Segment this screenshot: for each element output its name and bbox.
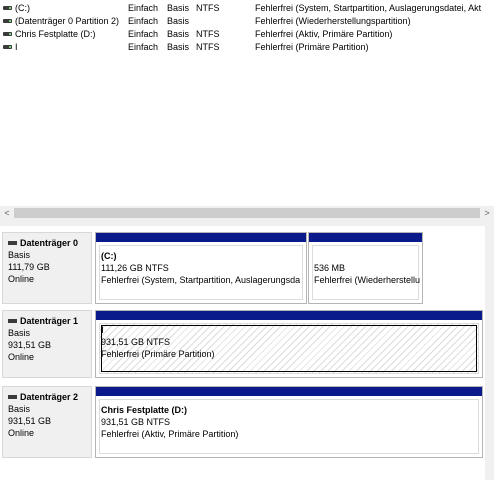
disk-title: Datenträger 0 bbox=[8, 238, 78, 248]
partition-size: 931,51 GB NTFS bbox=[101, 337, 171, 347]
volume-layout: Einfach bbox=[128, 3, 159, 13]
partition-size: 931,51 GB NTFS bbox=[101, 417, 171, 427]
disk-name: Datenträger 2 bbox=[20, 392, 79, 402]
disk-size: 931,51 GB bbox=[8, 416, 52, 426]
disk-1: Datenträger 1 Basis 931,51 GB Online I 9… bbox=[0, 310, 494, 378]
volume-status: Fehlerfrei (Primäre Partition) bbox=[255, 42, 369, 52]
volume-status: Fehlerfrei (Aktiv, Primäre Partition) bbox=[255, 29, 393, 39]
partition-status: Fehlerfrei (Primäre Partition) bbox=[101, 349, 215, 359]
volume-layout: Einfach bbox=[128, 42, 159, 52]
partition-bar bbox=[96, 233, 306, 242]
horizontal-scrollbar[interactable]: < > bbox=[0, 206, 494, 220]
disk-2-label[interactable]: Datenträger 2 Basis 931,51 GB Online bbox=[2, 386, 92, 458]
volume-row[interactable]: (Datenträger 0 Partition 2) Einfach Basi… bbox=[0, 15, 494, 28]
volume-filesystem: NTFS bbox=[196, 42, 220, 52]
disk-1-label[interactable]: Datenträger 1 Basis 931,51 GB Online bbox=[2, 310, 92, 378]
partition-d[interactable]: Chris Festplatte (D:) 931,51 GB NTFS Feh… bbox=[95, 386, 483, 458]
drive-icon bbox=[3, 45, 12, 49]
disk-map: Datenträger 0 Basis 111,79 GB Online (C:… bbox=[0, 226, 494, 480]
volume-row[interactable]: I Einfach Basis NTFS Fehlerfrei (Primäre… bbox=[0, 41, 494, 54]
volume-filesystem: NTFS bbox=[196, 3, 220, 13]
drive-icon bbox=[3, 32, 12, 36]
partition-i[interactable]: I 931,51 GB NTFS Fehlerfrei (Primäre Par… bbox=[95, 310, 483, 378]
chevron-right-icon: > bbox=[484, 208, 490, 218]
volume-list: (C:) Einfach Basis NTFS Fehlerfrei (Syst… bbox=[0, 0, 494, 206]
partition-name: (C:) bbox=[101, 251, 117, 261]
disk-state: Online bbox=[8, 428, 35, 438]
partition-status: Fehlerfrei (System, Startpartition, Ausl… bbox=[101, 275, 301, 285]
volume-name: (C:) bbox=[15, 3, 30, 13]
disk-name: Datenträger 0 bbox=[20, 238, 79, 248]
disk-2: Datenträger 2 Basis 931,51 GB Online Chr… bbox=[0, 386, 494, 458]
volume-name: (Datenträger 0 Partition 2) bbox=[15, 16, 120, 26]
vertical-scrollbar-track[interactable] bbox=[485, 226, 494, 480]
partition-bar bbox=[309, 233, 422, 242]
volume-type: Basis bbox=[167, 16, 190, 26]
disk-title: Datenträger 1 bbox=[8, 316, 78, 326]
disk-icon bbox=[8, 394, 17, 399]
volume-type: Basis bbox=[167, 29, 190, 39]
scroll-left-button[interactable]: < bbox=[0, 206, 14, 220]
disk-type: Basis bbox=[8, 250, 31, 260]
chevron-left-icon: < bbox=[4, 208, 10, 218]
disk-name: Datenträger 1 bbox=[20, 316, 79, 326]
volume-row[interactable]: (C:) Einfach Basis NTFS Fehlerfrei (Syst… bbox=[0, 2, 494, 15]
volume-name: Chris Festplatte (D:) bbox=[15, 29, 96, 39]
volume-type: Basis bbox=[167, 42, 190, 52]
partition-c[interactable]: (C:) 111,26 GB NTFS Fehlerfrei (System, … bbox=[95, 232, 307, 304]
volume-layout: Einfach bbox=[128, 16, 159, 26]
disk-0-label[interactable]: Datenträger 0 Basis 111,79 GB Online bbox=[2, 232, 92, 304]
drive-icon bbox=[3, 19, 12, 23]
disk-icon bbox=[8, 318, 17, 323]
drive-icon bbox=[3, 6, 12, 10]
scrollbar-thumb[interactable] bbox=[14, 208, 480, 218]
volume-row[interactable]: Chris Festplatte (D:) Einfach Basis NTFS… bbox=[0, 28, 494, 41]
partition-name: I bbox=[101, 325, 104, 335]
volume-layout: Einfach bbox=[128, 29, 159, 39]
partition-size: 536 MB bbox=[314, 263, 346, 273]
partition-size: 111,26 GB NTFS bbox=[101, 263, 169, 273]
disk-size: 931,51 GB bbox=[8, 340, 52, 350]
volume-status: Fehlerfrei (System, Startpartition, Ausl… bbox=[255, 3, 482, 13]
scroll-right-button[interactable]: > bbox=[480, 206, 494, 220]
partition-name: Chris Festplatte (D:) bbox=[101, 405, 188, 415]
disk-type: Basis bbox=[8, 328, 31, 338]
volume-filesystem: NTFS bbox=[196, 29, 220, 39]
disk-type: Basis bbox=[8, 404, 31, 414]
disk-state: Online bbox=[8, 352, 35, 362]
partition-status: Fehlerfrei (Wiederherstellu bbox=[314, 275, 421, 285]
disk-size: 111,79 GB bbox=[8, 262, 50, 272]
partition-bar bbox=[96, 387, 482, 396]
disk-icon bbox=[8, 240, 17, 245]
disk-0: Datenträger 0 Basis 111,79 GB Online (C:… bbox=[0, 232, 494, 304]
disk-state: Online bbox=[8, 274, 35, 284]
partition-status: Fehlerfrei (Aktiv, Primäre Partition) bbox=[101, 429, 239, 439]
volume-type: Basis bbox=[167, 3, 190, 13]
disk-title: Datenträger 2 bbox=[8, 392, 78, 402]
volume-name: I bbox=[15, 42, 18, 52]
partition-bar bbox=[96, 311, 482, 320]
volume-status: Fehlerfrei (Wiederherstellungspartition) bbox=[255, 16, 411, 26]
partition-recovery[interactable]: 536 MB Fehlerfrei (Wiederherstellu bbox=[308, 232, 423, 304]
